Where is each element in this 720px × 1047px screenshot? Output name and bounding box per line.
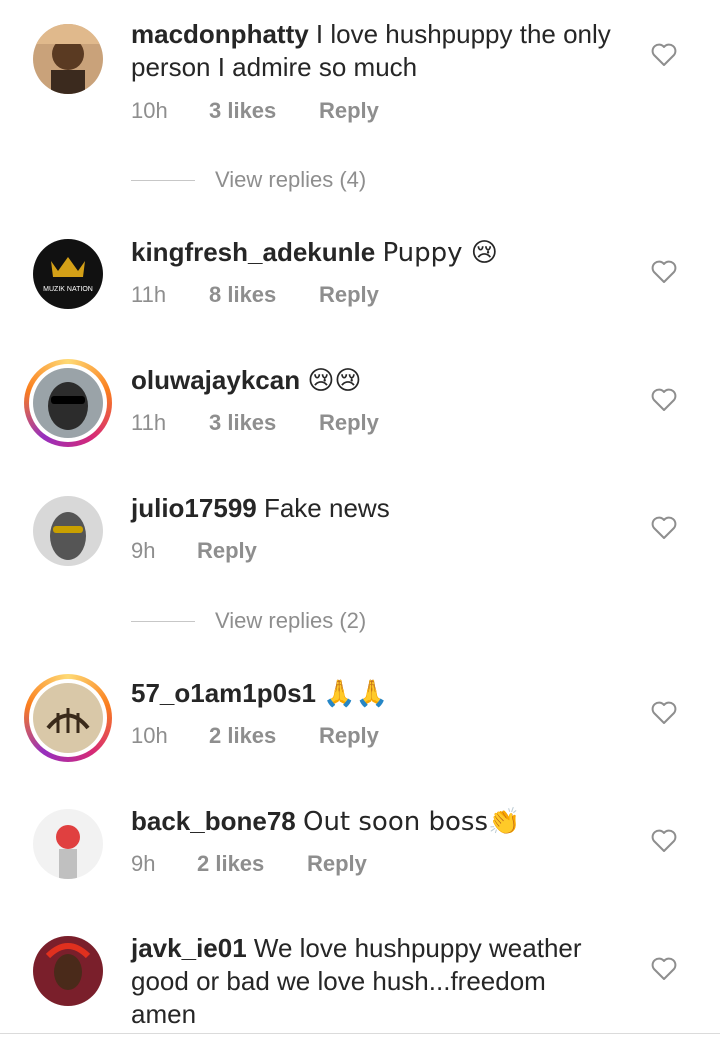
comment-time: 9h [131, 538, 156, 563]
avatar-story-ring[interactable] [24, 674, 112, 762]
view-replies-button[interactable]: View replies (2) [131, 608, 366, 634]
heart-outline-icon[interactable] [651, 388, 677, 412]
comment-likes[interactable]: 2 likes [197, 851, 307, 877]
comment-text: Puppy 😢 [382, 238, 498, 268]
comment-time: 11h [131, 282, 167, 307]
avatar-photo [33, 496, 103, 566]
reply-button[interactable]: Reply [307, 851, 367, 877]
view-replies-line [131, 179, 195, 181]
view-replies-label: View replies (2) [215, 608, 367, 633]
view-replies-line [131, 620, 195, 622]
reply-button[interactable]: Reply [319, 282, 379, 308]
avatar-logo: MUZIK NATION [33, 239, 103, 309]
comment-text: Out soon boss👏 [302, 807, 521, 837]
reply-button[interactable]: Reply [197, 538, 257, 564]
comment-text: Fake news [263, 493, 390, 523]
comment-username[interactable]: julio17599 [131, 493, 257, 523]
avatar-photo [33, 368, 103, 438]
comment-username[interactable]: oluwajaykcan [131, 365, 300, 395]
reply-button[interactable]: Reply [319, 410, 379, 436]
avatar-photo [33, 936, 103, 1006]
comment-likes[interactable]: 3 likes [209, 98, 319, 124]
comment-username[interactable]: back_bone78 [131, 806, 296, 836]
comment-username[interactable]: javk_ie01 [131, 933, 247, 963]
comment-username[interactable]: 57_o1am1p0s1 [131, 678, 316, 708]
comment-time: 9h [131, 851, 156, 876]
avatar-calligraphy [33, 683, 103, 753]
divider [0, 1033, 720, 1034]
comment-likes[interactable]: 3 likes [209, 410, 319, 436]
avatar[interactable] [33, 496, 103, 566]
comment-username[interactable]: macdonphatty [131, 19, 309, 49]
comment-time: 11h [131, 410, 167, 435]
comment-username[interactable]: kingfresh_adekunle [131, 237, 375, 267]
heart-outline-icon[interactable] [651, 516, 677, 540]
avatar[interactable] [33, 809, 103, 879]
avatar-story-ring[interactable] [24, 359, 112, 447]
heart-outline-icon[interactable] [651, 701, 677, 725]
comment-time: 10h [131, 723, 168, 748]
heart-outline-icon[interactable] [651, 260, 677, 284]
comment-likes[interactable]: 8 likes [209, 282, 319, 308]
view-replies-button[interactable]: View replies (4) [131, 167, 366, 193]
reply-button[interactable]: Reply [319, 723, 379, 749]
reply-button[interactable]: Reply [319, 98, 379, 124]
view-replies-label: View replies (4) [215, 167, 367, 192]
heart-outline-icon[interactable] [651, 43, 677, 67]
comment-time: 10h [131, 98, 168, 123]
heart-outline-icon[interactable] [651, 957, 677, 981]
avatar-photo [33, 24, 103, 94]
avatar-photo [33, 809, 103, 879]
heart-outline-icon[interactable] [651, 829, 677, 853]
avatar-logo-text: MUZIK NATION [43, 286, 93, 293]
comment-text: 😢😢 [307, 366, 362, 396]
comment-text: 🙏🙏 [323, 679, 389, 709]
avatar[interactable] [33, 936, 103, 1006]
avatar[interactable] [33, 24, 103, 94]
avatar[interactable]: MUZIK NATION [33, 239, 103, 309]
comment-likes[interactable]: 2 likes [209, 723, 319, 749]
